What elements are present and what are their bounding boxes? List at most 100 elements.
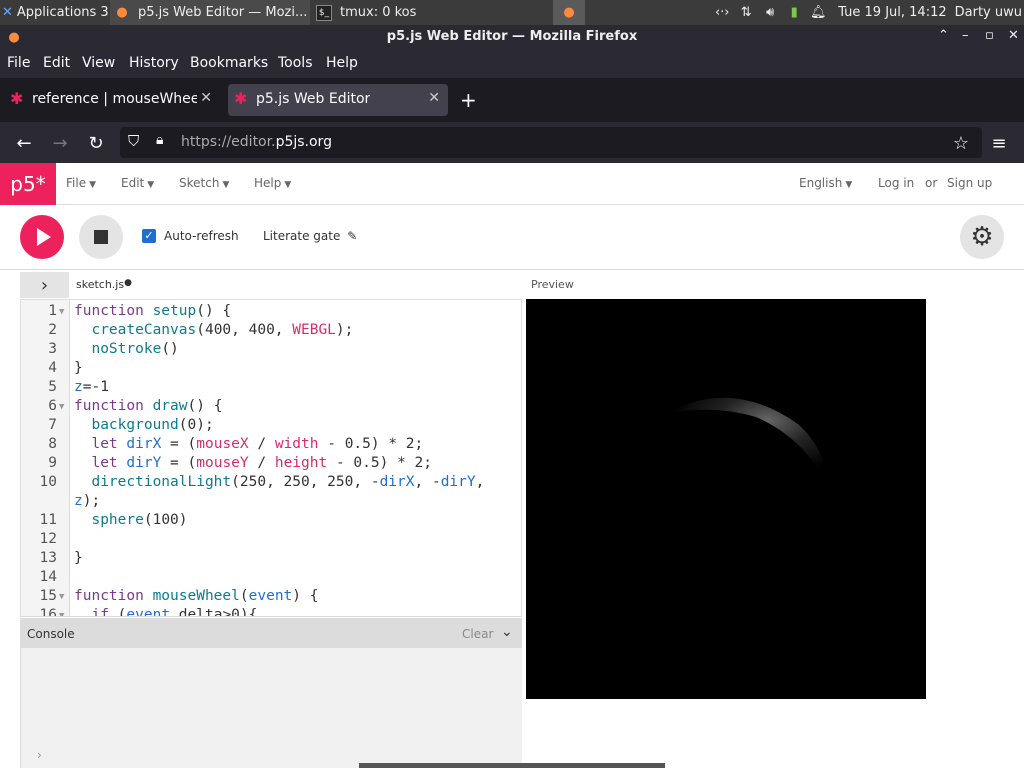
auto-refresh-toggle[interactable]: ✓ Auto-refresh <box>142 229 239 243</box>
fold-arrow-icon[interactable]: ▼ <box>59 402 64 412</box>
fold-arrow-icon[interactable]: ▼ <box>59 592 64 602</box>
notification-bell-icon[interactable]: 🔔︎ <box>810 5 827 21</box>
code-line[interactable]: z); <box>74 493 100 509</box>
menu-help[interactable]: Help <box>326 55 358 71</box>
code-line[interactable]: function draw() { <box>74 398 222 414</box>
preview-label: Preview <box>531 278 574 291</box>
sketch-name[interactable]: Literate gate ✎ <box>263 229 357 243</box>
console-prompt-icon[interactable]: › <box>37 748 42 762</box>
chevron-down-icon[interactable]: ⌄ <box>501 624 513 640</box>
menu-history[interactable]: History <box>129 55 179 71</box>
menu-edit[interactable]: Edit <box>43 55 70 71</box>
code-editor[interactable]: 1 ▼ 2 3 4 5 6 ▼ 7 8 9 10 11 12 13 14 15 ▼ 16 ▼ function set… <box>20 299 522 617</box>
minimize-icon[interactable]: ⌃ <box>938 28 949 43</box>
close-icon[interactable]: ✕ <box>1008 28 1019 43</box>
stop-button[interactable] <box>79 215 123 259</box>
desktop-taskbar: ✕ Applications 3 ● p5.js Web Editor — Mo… <box>0 0 1024 25</box>
applications-menu[interactable]: ✕ Applications 3 <box>2 0 108 25</box>
line-number: 5 <box>48 379 57 395</box>
forward-icon[interactable]: → <box>46 130 74 156</box>
tab-reference-label: reference | mouseWheel( <box>32 91 197 107</box>
menu-file[interactable]: File <box>7 55 30 71</box>
url-domain: p5js.org <box>275 134 332 150</box>
code-line[interactable]: noStroke() <box>74 341 178 357</box>
p5-menu-help[interactable]: Help ▼ <box>254 176 291 190</box>
play-button[interactable] <box>20 215 64 259</box>
code-line[interactable]: if (event.delta>0){ <box>74 607 257 616</box>
code-line[interactable]: sphere(100) <box>74 512 187 528</box>
battery-icon[interactable]: ▮ <box>786 5 802 21</box>
firefox-icon: ● <box>563 5 575 20</box>
network-transfer-icon[interactable]: ⇅ <box>738 5 754 21</box>
shield-icon[interactable]: ⛉ <box>128 132 139 150</box>
task-firefox[interactable]: ● p5.js Web Editor — Mozi... <box>110 0 310 25</box>
code-line[interactable]: let dirY = (mouseY / height - 0.5) * 2; <box>74 455 432 471</box>
signup-link[interactable]: Sign up <box>947 176 992 190</box>
maximize-icon[interactable]: ▫ <box>985 28 994 43</box>
preview-canvas[interactable] <box>526 299 926 699</box>
console-panel: Console Clear ⌄ › <box>20 618 522 768</box>
menu-bookmarks[interactable]: Bookmarks <box>190 55 268 71</box>
task-firefox-label: p5.js Web Editor — Mozi... <box>138 5 308 20</box>
bookmark-star-icon[interactable]: ☆ <box>947 130 975 156</box>
network-code-icon[interactable]: ‹·› <box>714 5 730 21</box>
restore-icon[interactable]: – <box>962 28 969 43</box>
horizontal-scrollbar[interactable] <box>359 763 665 768</box>
tab-close-icon[interactable]: ✕ <box>428 90 440 106</box>
line-number: 9 <box>48 455 57 471</box>
user-name[interactable]: Darty uwu <box>955 5 1022 20</box>
login-link[interactable]: Log in <box>878 176 914 190</box>
file-tab[interactable]: sketch.js● <box>76 278 132 291</box>
reload-icon[interactable]: ↻ <box>82 130 110 156</box>
sidebar-expand-icon[interactable]: › <box>20 272 69 298</box>
or-text: or <box>925 176 938 190</box>
line-number: 7 <box>48 417 57 433</box>
code-line[interactable]: function setup() { <box>74 303 231 319</box>
code-line[interactable]: function mouseWheel(event) { <box>74 588 318 604</box>
url-bar[interactable]: ⛉ 🔒︎ https://editor.p5js.org <box>120 127 982 158</box>
clock[interactable]: Tue 19 Jul, 14:12 <box>838 5 946 20</box>
settings-gear-icon[interactable]: ⚙ <box>960 215 1004 259</box>
language-label: English <box>799 176 843 190</box>
chevron-down-icon: ▼ <box>222 180 230 190</box>
unsaved-dot-icon: ● <box>124 278 132 288</box>
code-line[interactable]: createCanvas(400, 400, WEBGL); <box>74 322 353 338</box>
line-number: 2 <box>48 322 57 338</box>
code-line[interactable]: background(0); <box>74 417 213 433</box>
pencil-icon[interactable]: ✎ <box>347 229 357 243</box>
p5-logo[interactable]: p5* <box>0 163 56 205</box>
hamburger-menu-icon[interactable]: ≡ <box>985 130 1013 156</box>
fold-arrow-icon[interactable]: ▼ <box>59 307 64 317</box>
p5-menu-sketch[interactable]: Sketch ▼ <box>179 176 229 190</box>
code-line[interactable]: directionalLight(250, 250, 250, -dirX, -… <box>74 474 484 490</box>
workspace-firefox[interactable]: ● <box>553 0 585 25</box>
url-text[interactable]: https://editor.p5js.org <box>181 134 332 150</box>
checkbox-checked-icon[interactable]: ✓ <box>142 229 156 243</box>
code-line[interactable]: z=-1 <box>74 379 109 395</box>
console-header: Console Clear ⌄ <box>21 618 522 648</box>
menu-tools[interactable]: Tools <box>278 55 313 71</box>
console-clear-button[interactable]: Clear <box>462 627 493 641</box>
line-number: 6 <box>48 398 57 414</box>
code-line[interactable]: } <box>74 550 83 566</box>
back-icon[interactable]: ← <box>10 130 38 156</box>
task-tmux[interactable]: $_ tmux: 0 kos <box>312 0 508 25</box>
auto-refresh-label: Auto-refresh <box>164 229 239 243</box>
tab-close-icon[interactable]: ✕ <box>200 90 212 106</box>
sphere-render <box>666 397 829 489</box>
tab-reference[interactable]: ✱ reference | mouseWheel( ✕ <box>4 84 220 116</box>
fold-arrow-icon[interactable]: ▼ <box>59 611 64 616</box>
menu-view[interactable]: View <box>82 55 115 71</box>
language-select[interactable]: English ▼ <box>799 176 852 190</box>
code-line[interactable]: let dirX = (mouseX / width - 0.5) * 2; <box>74 436 423 452</box>
lock-icon[interactable]: 🔒︎ <box>156 132 163 148</box>
applications-suffix: 3 <box>100 5 108 20</box>
code-line[interactable]: } <box>74 360 83 376</box>
sketch-toolbar: ✓ Auto-refresh Literate gate ✎ ⚙ <box>0 206 1024 270</box>
console-title: Console <box>27 627 75 641</box>
p5-menu-file[interactable]: File ▼ <box>66 176 96 190</box>
volume-icon[interactable]: 🔊︎ <box>762 5 778 21</box>
p5-menu-edit[interactable]: Edit ▼ <box>121 176 154 190</box>
new-tab-icon[interactable]: + <box>460 88 477 112</box>
tab-p5-editor[interactable]: ✱ p5.js Web Editor ✕ <box>228 84 448 116</box>
